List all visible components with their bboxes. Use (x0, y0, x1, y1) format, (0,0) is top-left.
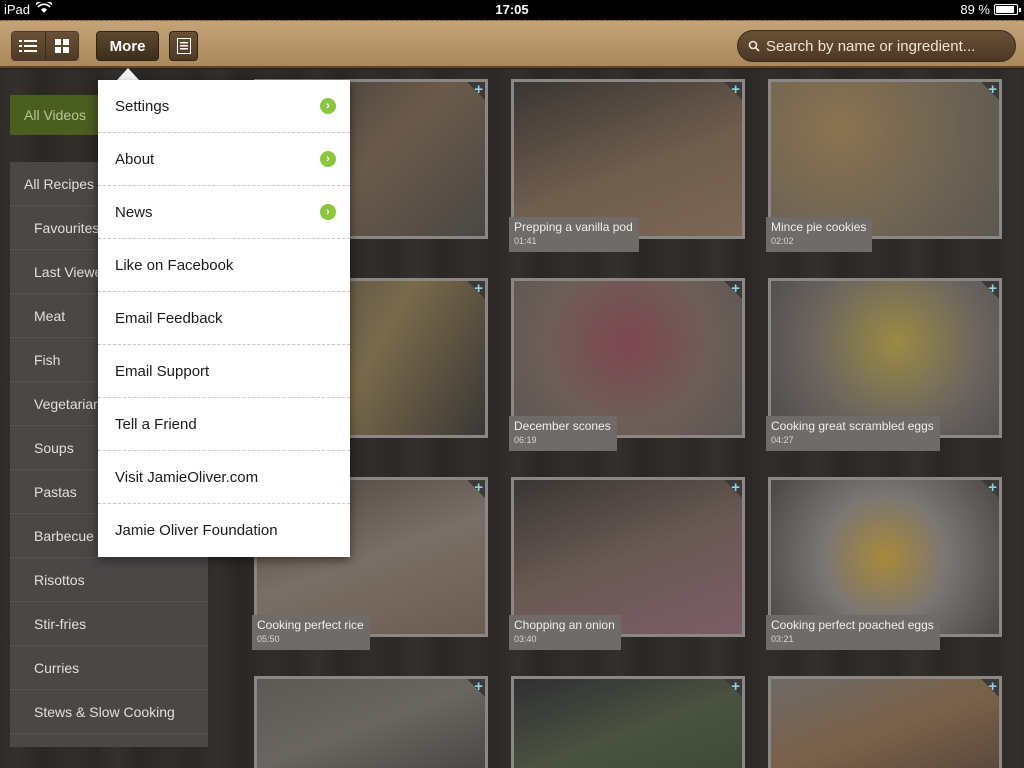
add-favourite-icon[interactable]: + (731, 280, 740, 297)
video-thumbnail (771, 480, 999, 634)
video-title: Prepping a vanilla pod (514, 220, 633, 234)
video-duration: 02:02 (771, 236, 794, 246)
menu-item-label: News (115, 203, 153, 221)
add-favourite-icon[interactable]: + (474, 479, 483, 496)
menu-item-label: Email Support (115, 362, 210, 380)
menu-item-label: Tell a Friend (115, 415, 197, 433)
menu-item-label: About (115, 150, 155, 168)
video-card[interactable]: + (768, 676, 1002, 768)
video-card[interactable]: + (768, 477, 1002, 637)
menu-item-about[interactable]: About › (98, 133, 350, 186)
menu-item-like-facebook[interactable]: Like on Facebook (98, 239, 350, 292)
video-duration: 03:21 (771, 634, 794, 644)
add-favourite-icon[interactable]: + (731, 479, 740, 496)
toolbar: More Search by name or ingredient... (0, 20, 1024, 68)
status-bar: iPad 17:05 89 % (0, 0, 1024, 20)
video-duration: 04:27 (771, 435, 794, 445)
notes-button[interactable] (169, 31, 198, 61)
sidebar-item-risottos[interactable]: Risottos (10, 558, 208, 602)
video-caption: Cooking perfect rice 05:50 (252, 615, 370, 650)
add-favourite-icon[interactable]: + (731, 678, 740, 695)
video-card[interactable]: + (254, 676, 488, 768)
popover-arrow (117, 68, 139, 80)
menu-item-label: Email Feedback (115, 309, 223, 327)
video-card[interactable]: + (768, 79, 1002, 239)
add-favourite-icon[interactable]: + (988, 81, 997, 98)
video-card[interactable]: + (768, 278, 1002, 438)
video-caption: Mince pie cookies 02:02 (766, 217, 873, 252)
more-button[interactable]: More (96, 31, 159, 61)
add-favourite-icon[interactable]: + (988, 479, 997, 496)
chevron-right-icon: › (320, 151, 336, 167)
sidebar-item-stews[interactable]: Stews & Slow Cooking (10, 690, 208, 734)
video-thumbnail (771, 679, 999, 768)
menu-item-label: Like on Facebook (115, 256, 234, 274)
video-title: Mince pie cookies (771, 220, 867, 234)
notes-icon (176, 38, 191, 54)
video-thumbnail (514, 679, 742, 768)
video-duration: 03:40 (514, 634, 537, 644)
chevron-right-icon: › (320, 98, 336, 114)
more-menu-popover: Settings › About › News › Like on Facebo… (98, 80, 350, 557)
view-mode-toggle (11, 31, 79, 61)
grid-view-button[interactable] (44, 32, 78, 60)
menu-item-foundation[interactable]: Jamie Oliver Foundation (98, 504, 350, 557)
status-time: 17:05 (495, 2, 529, 17)
video-card[interactable]: + (511, 79, 745, 239)
list-icon (19, 40, 38, 52)
video-duration: 01:41 (514, 236, 537, 246)
video-card[interactable]: + (511, 278, 745, 438)
menu-item-visit-website[interactable]: Visit JamieOliver.com (98, 451, 350, 504)
video-caption: December scones 06:19 (509, 416, 617, 451)
video-caption: Cooking perfect poached eggs 03:21 (766, 615, 940, 650)
menu-item-email-support[interactable]: Email Support (98, 345, 350, 398)
menu-item-email-feedback[interactable]: Email Feedback (98, 292, 350, 345)
video-title: December scones (514, 419, 611, 433)
battery-icon (994, 4, 1021, 15)
add-favourite-icon[interactable]: + (474, 678, 483, 695)
add-favourite-icon[interactable]: + (474, 81, 483, 98)
video-thumbnail (514, 82, 742, 236)
video-card[interactable]: + (511, 477, 745, 637)
list-view-button[interactable] (12, 32, 45, 60)
menu-item-tell-friend[interactable]: Tell a Friend (98, 398, 350, 451)
menu-item-settings[interactable]: Settings › (98, 80, 350, 133)
video-thumbnail (257, 679, 485, 768)
search-placeholder: Search by name or ingredient... (766, 37, 976, 55)
chevron-right-icon: › (320, 204, 336, 220)
add-favourite-icon[interactable]: + (474, 280, 483, 297)
video-duration: 06:19 (514, 435, 537, 445)
add-favourite-icon[interactable]: + (988, 678, 997, 695)
menu-item-news[interactable]: News › (98, 186, 350, 239)
battery-percent: 89 % (960, 2, 990, 17)
video-caption: Prepping a vanilla pod 01:41 (509, 217, 639, 252)
video-thumbnail (771, 82, 999, 236)
menu-item-label: Jamie Oliver Foundation (115, 522, 278, 539)
search-icon (748, 40, 760, 52)
video-caption: Chopping an onion 03:40 (509, 615, 621, 650)
add-favourite-icon[interactable]: + (731, 81, 740, 98)
video-caption: Cooking great scrambled eggs 04:27 (766, 416, 940, 451)
add-favourite-icon[interactable]: + (988, 280, 997, 297)
video-title: Cooking perfect poached eggs (771, 618, 934, 632)
search-input[interactable]: Search by name or ingredient... (737, 30, 1016, 62)
video-thumbnail (771, 281, 999, 435)
video-thumbnail (514, 480, 742, 634)
menu-item-label: Settings (115, 97, 170, 115)
grid-icon (54, 39, 69, 53)
video-title: Cooking perfect rice (257, 618, 364, 632)
video-duration: 05:50 (257, 634, 280, 644)
menu-item-label: Visit JamieOliver.com (115, 468, 259, 486)
sidebar-item-curries[interactable]: Curries (10, 646, 208, 690)
video-thumbnail (514, 281, 742, 435)
video-title: Cooking great scrambled eggs (771, 419, 934, 433)
video-card[interactable]: + (511, 676, 745, 768)
sidebar-item-stir-fries[interactable]: Stir-fries (10, 602, 208, 646)
video-title: Chopping an onion (514, 618, 615, 632)
